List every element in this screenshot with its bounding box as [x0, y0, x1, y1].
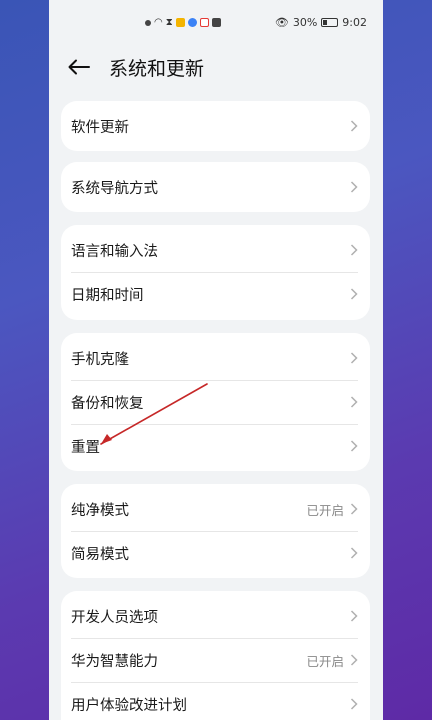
chevron-right-icon [350, 352, 358, 364]
chevron-right-icon [350, 698, 358, 710]
settings-item-simple-mode[interactable]: 简易模式 [61, 531, 370, 575]
chevron-right-icon [350, 288, 358, 300]
status-bar: ◠ ⧗ 👁 30% 9:02 [49, 0, 383, 46]
settings-item-navigation[interactable]: 系统导航方式 [61, 165, 370, 209]
settings-group-advanced: 开发人员选项 华为智慧能力 已开启 用户体验改进计划 [61, 591, 370, 720]
chevron-right-icon [350, 440, 358, 452]
settings-item-developer-options[interactable]: 开发人员选项 [61, 594, 370, 638]
settings-item-phone-clone[interactable]: 手机克隆 [61, 336, 370, 380]
status-value: 已开启 [306, 502, 344, 518]
mail-icon [211, 18, 221, 27]
notification-icons: ◠ ⧗ [145, 17, 221, 28]
chevron-right-icon [350, 610, 358, 622]
back-arrow-icon [68, 59, 90, 75]
settings-item-label: 日期和时间 [71, 287, 144, 304]
settings-item-label: 纯净模式 [71, 502, 129, 519]
settings-item-label: 华为智慧能力 [71, 653, 158, 670]
settings-item-pure-mode[interactable]: 纯净模式 已开启 [61, 487, 370, 531]
settings-item-label: 简易模式 [71, 546, 129, 563]
chevron-right-icon [350, 547, 358, 559]
app-icon [175, 18, 185, 27]
system-indicators: 👁 30% 9:02 [275, 16, 367, 29]
settings-item-backup-restore[interactable]: 备份和恢复 [61, 380, 370, 424]
battery-icon [321, 18, 339, 27]
settings-group-modes: 纯净模式 已开启 简易模式 [61, 484, 370, 578]
app-icon [187, 18, 197, 27]
notification-icon [145, 19, 151, 26]
settings-item-date-time[interactable]: 日期和时间 [61, 272, 370, 316]
settings-item-label: 重置 [71, 439, 100, 456]
settings-group-language-time: 语言和输入法 日期和时间 [61, 225, 370, 320]
chevron-right-icon [350, 120, 358, 132]
back-button[interactable] [49, 50, 109, 84]
eye-icon: 👁 [274, 16, 289, 29]
settings-group-navigation: 系统导航方式 [61, 162, 370, 212]
settings-item-label: 系统导航方式 [71, 180, 158, 197]
chevron-right-icon [350, 654, 358, 666]
settings-item-label: 手机克隆 [71, 351, 129, 368]
clock: 9:02 [342, 16, 367, 29]
status-value: 已开启 [306, 653, 344, 669]
hourglass-icon: ⧗ [165, 17, 173, 28]
page-header: 系统和更新 [49, 50, 383, 84]
settings-item-software-update[interactable]: 软件更新 [61, 104, 370, 148]
settings-item-user-experience[interactable]: 用户体验改进计划 [61, 682, 370, 720]
chevron-right-icon [350, 396, 358, 408]
settings-item-label: 开发人员选项 [71, 609, 158, 626]
battery-percent: 30% [292, 16, 318, 29]
settings-item-label: 用户体验改进计划 [71, 697, 187, 714]
settings-item-label: 备份和恢复 [71, 395, 144, 412]
settings-item-reset[interactable]: 重置 [61, 424, 370, 468]
settings-item-label: 软件更新 [71, 119, 129, 136]
chevron-right-icon [350, 244, 358, 256]
settings-group-software-update: 软件更新 [61, 101, 370, 151]
settings-item-language-input[interactable]: 语言和输入法 [61, 228, 370, 272]
settings-item-label: 语言和输入法 [71, 243, 158, 260]
settings-group-backup-reset: 手机克隆 备份和恢复 重置 [61, 333, 370, 471]
wifi-icon: ◠ [154, 17, 163, 28]
settings-item-huawei-intelligence[interactable]: 华为智慧能力 已开启 [61, 638, 370, 682]
page-title: 系统和更新 [109, 57, 205, 80]
settings-screen: ◠ ⧗ 👁 30% 9:02 系统和更新 软件更新 系统导航方式 语言和输入法 … [49, 0, 383, 720]
chevron-right-icon [350, 503, 358, 515]
chevron-right-icon [350, 181, 358, 193]
app-icon [199, 18, 209, 27]
